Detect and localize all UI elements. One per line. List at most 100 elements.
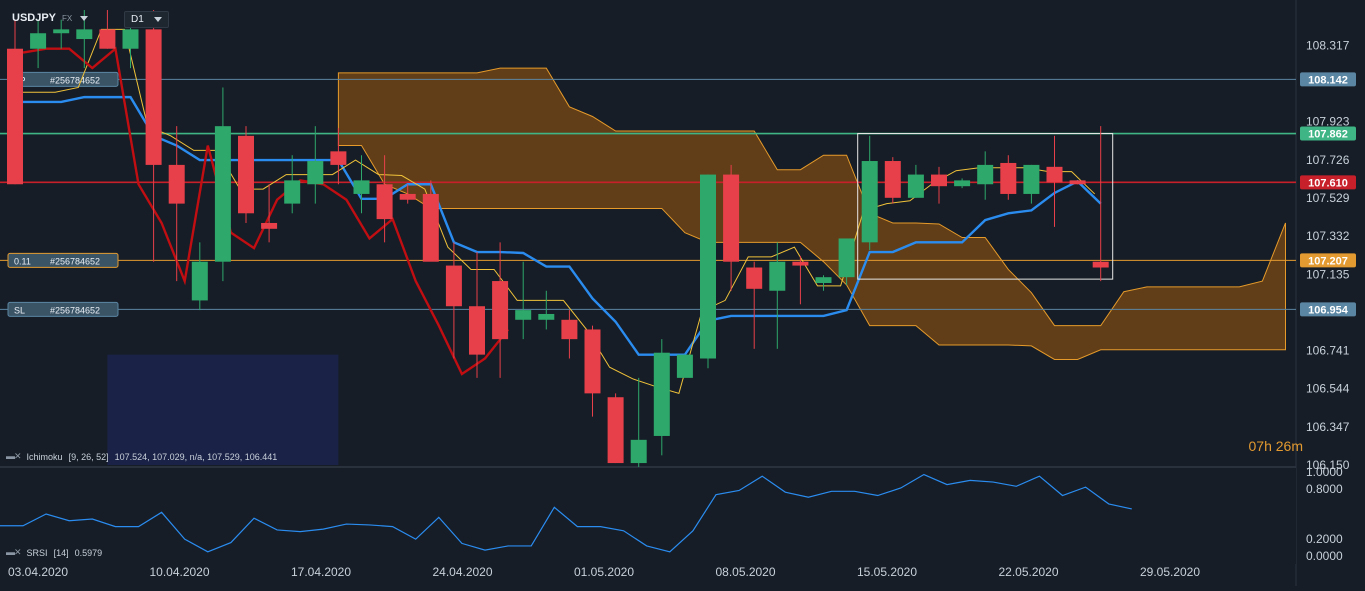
indicator-settings-icon[interactable]: ▬✕ xyxy=(6,547,22,558)
price-chart[interactable]: 108.142TP#256784652107.862107.610107.207… xyxy=(0,0,1365,586)
x-tick-6: 15.05.2020 xyxy=(857,565,917,579)
candle-body-40 xyxy=(931,174,947,187)
level-label-4: SL xyxy=(14,305,25,315)
candle-body-41 xyxy=(954,180,971,187)
candle-body-28 xyxy=(653,352,670,436)
market-type: FX xyxy=(62,13,73,23)
candle-body-5 xyxy=(122,29,139,49)
y-tick-1: 107.923 xyxy=(1306,115,1350,129)
candle-body-19 xyxy=(445,265,462,307)
level-label-3: 0.11 xyxy=(14,256,31,266)
level-ticket-0: #256784652 xyxy=(50,75,100,85)
srsi-legend[interactable]: ▬✕ SRSI [14] 0.5979 xyxy=(6,547,102,558)
timeframe-label: D1 xyxy=(131,14,144,25)
symbol-name: USDJPY xyxy=(12,12,57,24)
candle-body-38 xyxy=(884,161,901,198)
candle-body-2 xyxy=(53,29,70,34)
srsi-params: [14] xyxy=(53,547,69,558)
level-price-0: 108.142 xyxy=(1308,74,1348,86)
srsi-tick-1: 0.8000 xyxy=(1306,482,1343,496)
candle-body-25 xyxy=(584,329,601,394)
level-price-4: 106.954 xyxy=(1308,304,1349,316)
y-tick-4: 107.332 xyxy=(1306,229,1350,243)
candle-body-21 xyxy=(492,281,509,340)
x-tick-2: 17.04.2020 xyxy=(291,565,351,579)
x-tick-1: 10.04.2020 xyxy=(149,565,209,579)
candle-body-20 xyxy=(469,306,485,355)
candle-body-42 xyxy=(977,164,994,185)
candle-body-0 xyxy=(7,48,23,185)
candle-body-7 xyxy=(168,164,185,204)
x-tick-3: 24.04.2020 xyxy=(432,565,492,579)
candle-body-1 xyxy=(30,33,47,49)
y-tick-6: 106.741 xyxy=(1306,344,1350,358)
indicator-settings-icon[interactable]: ▬✕ xyxy=(6,451,22,462)
candle-body-32 xyxy=(746,267,763,289)
level-price-3: 107.207 xyxy=(1308,255,1348,267)
candle-body-36 xyxy=(838,238,855,278)
candle-body-30 xyxy=(700,174,716,359)
candle-body-11 xyxy=(261,222,278,229)
srsi-name: SRSI xyxy=(26,547,48,558)
y-tick-3: 107.529 xyxy=(1306,191,1350,205)
ichimoku-values: 107.524, 107.029, n/a, 107.529, 106.441 xyxy=(114,451,278,462)
bar-countdown: 07h 26m xyxy=(1248,438,1303,454)
x-tick-7: 22.05.2020 xyxy=(998,565,1058,579)
candle-body-33 xyxy=(769,261,786,291)
x-tick-8: 29.05.2020 xyxy=(1140,565,1200,579)
srsi-pane xyxy=(0,468,1296,564)
candle-body-27 xyxy=(630,439,647,464)
candle-body-46 xyxy=(1069,180,1086,185)
candle-body-10 xyxy=(238,135,254,214)
level-ticket-3: #256784652 xyxy=(50,256,100,266)
candle-body-4 xyxy=(99,29,116,49)
level-price-2: 107.610 xyxy=(1308,177,1348,189)
level-price-1: 107.862 xyxy=(1308,129,1348,141)
candle-body-13 xyxy=(307,161,324,185)
srsi-tick-2: 0.2000 xyxy=(1306,532,1343,546)
candle-body-43 xyxy=(1000,162,1017,194)
candle-body-15 xyxy=(353,180,370,194)
candle-body-18 xyxy=(422,193,439,262)
candle-body-12 xyxy=(284,180,301,204)
chevron-down-icon[interactable] xyxy=(80,15,89,21)
candle-body-37 xyxy=(861,161,878,243)
candle-body-45 xyxy=(1046,166,1063,183)
x-tick-4: 01.05.2020 xyxy=(574,565,634,579)
candle-body-39 xyxy=(907,174,924,198)
candle-body-14 xyxy=(330,151,347,165)
candle-body-29 xyxy=(676,354,693,378)
chart-stage[interactable]: 108.142TP#256784652107.862107.610107.207… xyxy=(0,0,1365,586)
y-tick-0: 108.317 xyxy=(1306,38,1350,52)
candle-body-35 xyxy=(815,277,832,283)
symbol-header[interactable]: USDJPY FX xyxy=(12,12,89,24)
candle-body-22 xyxy=(515,310,532,320)
ichimoku-name: Ichimoku xyxy=(26,451,63,462)
candle-body-16 xyxy=(376,184,393,220)
chevron-down-icon xyxy=(153,17,162,22)
x-tick-5: 08.05.2020 xyxy=(715,565,775,579)
candle-body-3 xyxy=(76,29,93,40)
y-tick-7: 106.544 xyxy=(1306,382,1350,396)
level-ticket-4: #256784652 xyxy=(50,305,100,315)
ichimoku-cloud-bearish xyxy=(107,354,339,465)
y-tick-8: 106.347 xyxy=(1306,420,1350,434)
srsi-tick-3: 0.0000 xyxy=(1306,549,1343,563)
x-tick-0: 03.04.2020 xyxy=(8,565,68,579)
candle-body-31 xyxy=(723,174,740,262)
candle-body-23 xyxy=(538,313,555,320)
srsi-tick-0: 1.0000 xyxy=(1306,465,1343,479)
y-tick-2: 107.726 xyxy=(1306,153,1350,167)
ichimoku-legend[interactable]: ▬✕ Ichimoku [9, 26, 52] 107.524, 107.029… xyxy=(6,451,277,462)
ichimoku-params: [9, 26, 52] xyxy=(68,451,109,462)
candle-body-26 xyxy=(607,397,624,464)
candle-body-34 xyxy=(792,261,809,266)
candle-body-6 xyxy=(145,29,162,165)
y-tick-5: 107.135 xyxy=(1306,267,1350,281)
candle-body-17 xyxy=(399,193,416,200)
candle-body-9 xyxy=(214,126,231,262)
candle-body-44 xyxy=(1023,164,1040,194)
candle-body-24 xyxy=(561,319,578,340)
timeframe-selector[interactable]: D1 xyxy=(124,11,169,28)
candle-body-8 xyxy=(191,261,208,301)
